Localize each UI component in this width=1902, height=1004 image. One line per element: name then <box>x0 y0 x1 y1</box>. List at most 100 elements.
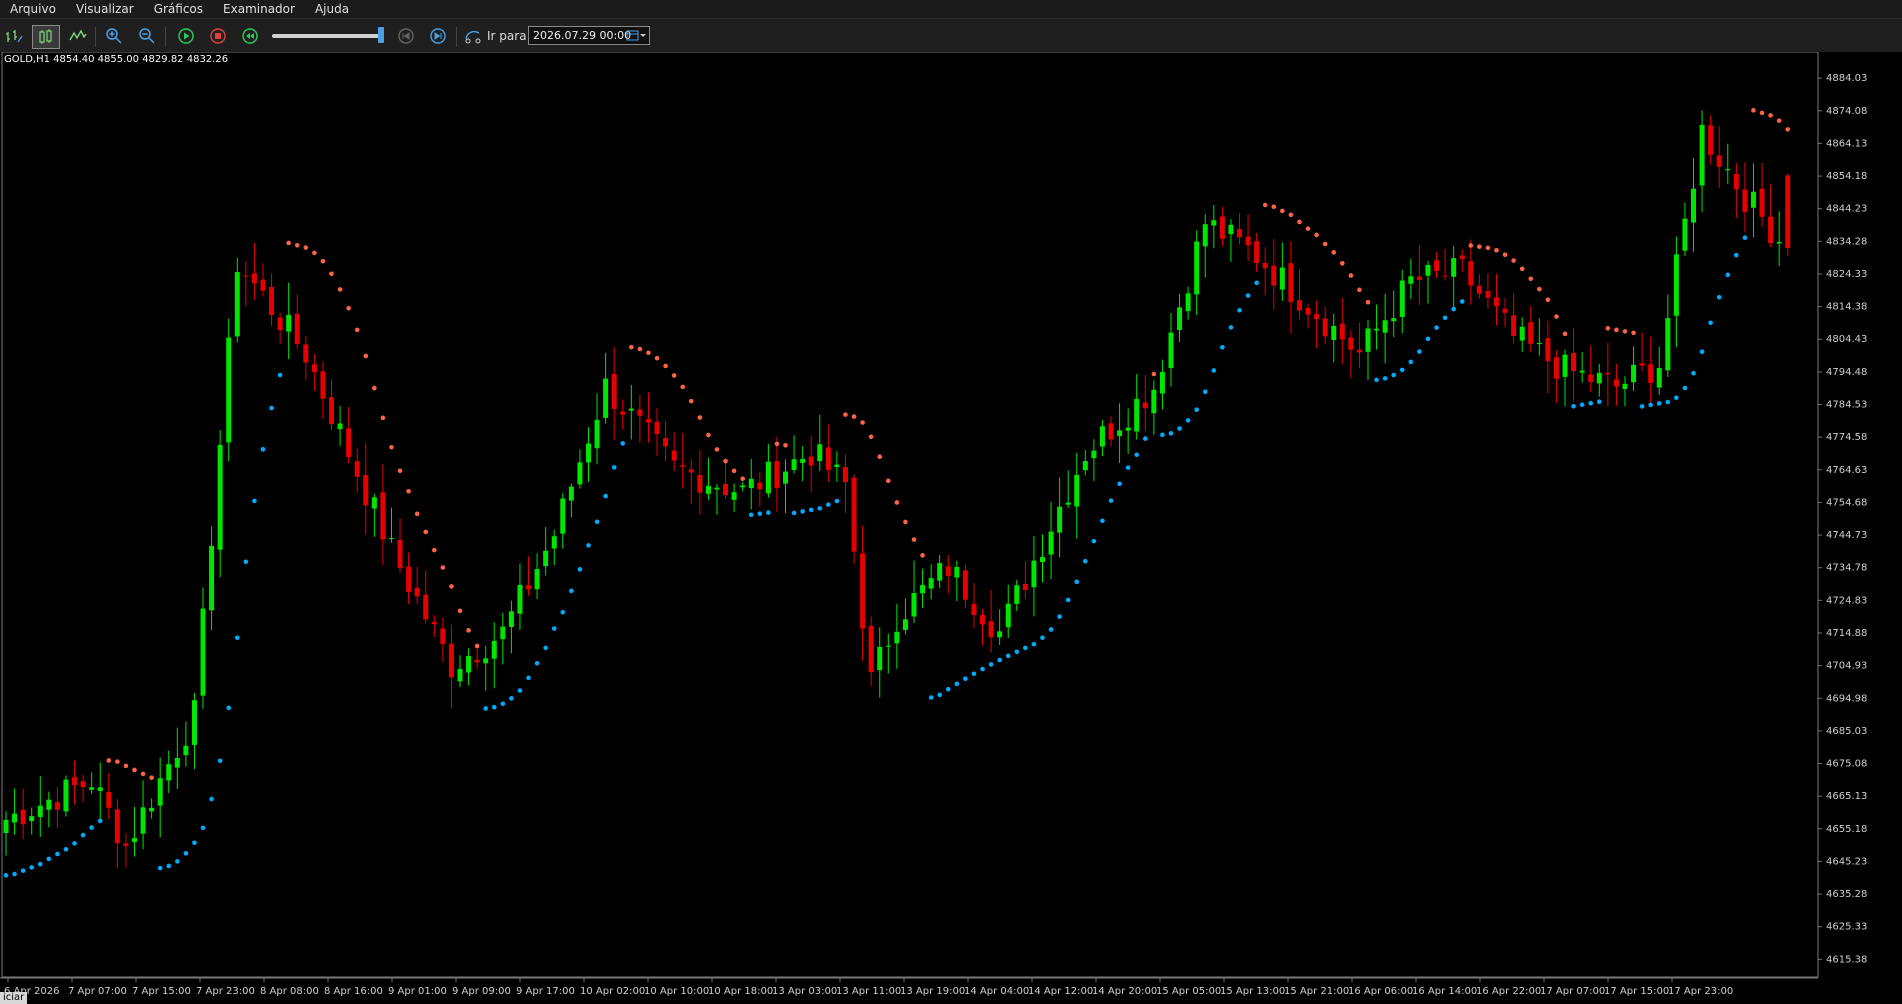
sar-dot-down <box>1485 245 1491 251</box>
candle-body <box>697 475 703 493</box>
candle-body <box>534 569 540 590</box>
candle-body <box>380 492 386 540</box>
sar-dot-up <box>517 688 523 693</box>
y-tick-label: 4834.28 <box>1826 236 1867 247</box>
sar-dot-down <box>680 384 686 390</box>
candle-body <box>1365 328 1371 352</box>
candle-body <box>1314 314 1320 320</box>
candle-body <box>671 450 677 461</box>
sar-dot-up <box>1459 299 1465 304</box>
sar-dot-up <box>800 509 805 514</box>
sar-dot-down <box>1468 243 1474 248</box>
sar-dot-down <box>1305 226 1311 231</box>
menu-bar: Arquivo Visualizar Gráficos Examinador A… <box>0 0 1902 19</box>
candle-body <box>962 570 968 600</box>
sar-dot-up <box>1194 407 1199 413</box>
x-tick-label: 8 Apr 16:00 <box>324 986 383 997</box>
candle-body <box>1125 427 1131 431</box>
sar-dot-up <box>1091 538 1097 544</box>
candle-body <box>320 371 326 399</box>
zoom-in-icon[interactable] <box>104 27 124 45</box>
sar-dot-up <box>560 609 566 615</box>
candle-body <box>346 428 352 458</box>
menu-arquivo[interactable]: Arquivo <box>0 0 66 18</box>
y-tick-label: 4714.88 <box>1826 628 1867 639</box>
candle-body <box>1134 398 1140 432</box>
candle-body <box>508 611 514 627</box>
candle-body <box>1211 220 1217 226</box>
sar-dot-up <box>945 686 951 692</box>
candle-body <box>166 764 172 781</box>
sar-dot-up <box>1168 431 1174 436</box>
candle-body <box>714 487 720 490</box>
sar-dot-down <box>1785 127 1791 132</box>
sar-dot-up <box>757 511 763 516</box>
zoom-out-icon[interactable] <box>137 27 157 45</box>
sar-dot-down <box>294 243 300 248</box>
candle-body <box>1536 342 1542 345</box>
sar-dot-down <box>697 415 703 420</box>
stop-icon[interactable] <box>208 27 228 45</box>
candle-body <box>474 659 480 663</box>
candle-body <box>1622 383 1628 389</box>
candle-body <box>920 585 926 594</box>
menu-visualizar[interactable]: Visualizar <box>66 0 144 18</box>
sar-dot-down <box>106 758 112 763</box>
sar-dot-up <box>1117 481 1122 487</box>
step-back-icon[interactable] <box>396 27 416 45</box>
sar-dot-up <box>1399 367 1405 373</box>
sar-dot-down <box>414 511 420 517</box>
candle-body <box>329 397 335 425</box>
sar-dot-up <box>29 865 34 870</box>
line-chart-icon[interactable] <box>68 27 88 45</box>
sar-dot-up <box>997 657 1002 663</box>
menu-examinador[interactable]: Examinador <box>213 0 305 18</box>
bar-chart-icon[interactable] <box>4 27 24 45</box>
date-value: 2026.07.29 00:00 <box>533 29 632 42</box>
candle-body <box>954 567 960 578</box>
menu-graficos[interactable]: Gráficos <box>144 0 213 18</box>
candle-body <box>1177 307 1183 331</box>
x-tick-label: 9 Apr 01:00 <box>388 986 447 997</box>
sar-dot-up <box>1425 336 1431 342</box>
candle-body <box>1631 364 1637 383</box>
candle-body <box>209 545 215 611</box>
sar-dot-up <box>1708 320 1713 326</box>
sar-dot-up <box>1211 368 1217 373</box>
y-tick-label: 4724.83 <box>1826 595 1867 606</box>
candle-body <box>1108 423 1114 440</box>
candle-body <box>269 286 275 316</box>
sar-dot-up <box>1596 399 1602 405</box>
y-tick-label: 4615.38 <box>1826 954 1867 965</box>
candle-body <box>106 792 112 808</box>
sar-dot-up <box>1691 370 1696 376</box>
sar-dot-up <box>1245 293 1251 298</box>
candle-body <box>1185 293 1191 312</box>
speed-slider[interactable] <box>272 34 384 38</box>
sar-dot-down <box>663 363 668 369</box>
x-tick-label: 7 Apr 23:00 <box>196 986 255 997</box>
candle-body <box>971 603 977 615</box>
sar-dot-up <box>1048 627 1054 632</box>
menu-ajuda[interactable]: Ajuda <box>305 0 359 18</box>
sar-dot-up <box>937 692 942 698</box>
calendar-icon[interactable] <box>626 29 646 45</box>
sar-dot-up <box>988 662 994 667</box>
candle-body <box>1031 560 1037 588</box>
date-field[interactable]: 2026.07.29 00:00 <box>528 26 650 45</box>
candle-body <box>1776 241 1782 244</box>
price-chart[interactable]: 4884.03 4874.08 4864.13 4854.18 4844.23 4834.… <box>0 52 1902 1004</box>
play-icon[interactable] <box>176 27 196 45</box>
sar-dot-down <box>868 434 874 440</box>
x-tick-label: 15 Apr 21:00 <box>1284 986 1349 997</box>
sar-dot-down <box>1622 329 1628 334</box>
goto-icon[interactable] <box>464 27 484 45</box>
chart-canvas[interactable]: 4884.03 4874.08 4864.13 4854.18 4844.23 4834.… <box>0 52 1902 1004</box>
candle-body <box>1742 189 1748 213</box>
sar-dot-up <box>1442 315 1448 321</box>
rewind-icon[interactable] <box>240 27 260 45</box>
step-forward-icon[interactable] <box>428 27 448 45</box>
candlestick-icon[interactable] <box>32 25 60 49</box>
sar-dot-up <box>1228 325 1234 330</box>
speed-slider-thumb[interactable] <box>378 27 384 43</box>
